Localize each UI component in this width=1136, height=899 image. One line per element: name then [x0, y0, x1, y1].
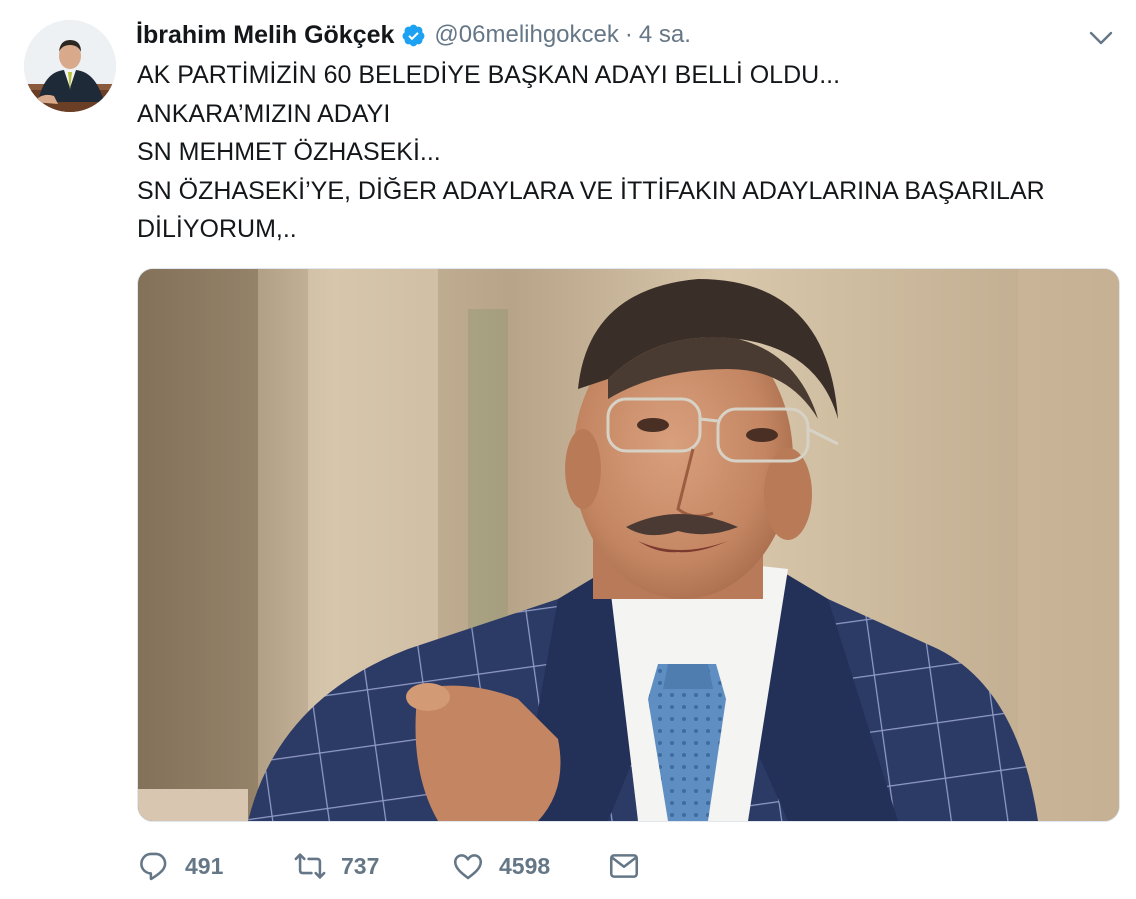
like-button[interactable]: 4598 [451, 849, 607, 883]
avatar[interactable] [24, 20, 116, 112]
tweet-text-line: AK PARTİMİZİN 60 BELEDİYE BAŞKAN ADAYI B… [137, 61, 841, 89]
tweet-timestamp[interactable]: 4 sa. [639, 21, 691, 49]
retweet-icon [293, 849, 327, 883]
reply-button[interactable]: 491 [137, 849, 293, 883]
retweet-button[interactable]: 737 [293, 849, 451, 883]
retweet-count: 737 [341, 852, 380, 879]
verified-badge-icon [401, 23, 426, 48]
tweet-text: AK PARTİMİZİN 60 BELEDİYE BAŞKAN ADAYI B… [137, 56, 1097, 249]
direct-message-button[interactable] [607, 849, 641, 883]
reply-icon [137, 849, 171, 883]
tweet-actions: 491 737 4598 [137, 846, 641, 886]
tweet-text-line: SN MEHMET ÖZHASEKİ... [137, 138, 441, 166]
heart-icon [451, 849, 485, 883]
tweet-text-line: DİLİYORUM,.. [137, 215, 297, 243]
tweet-card[interactable]: İbrahim Melih Gökçek @06melihgokcek · 4 … [0, 0, 1136, 899]
reply-count: 491 [185, 852, 224, 879]
like-count: 4598 [499, 852, 551, 879]
photo-man-in-checked-suit [138, 269, 1119, 821]
avatar-image [24, 20, 116, 112]
tweet-text-line: SN ÖZHASEKİ’YE, DİĞER ADAYLARA VE İTTİFA… [137, 176, 1045, 205]
envelope-icon [607, 849, 641, 883]
author-handle[interactable]: @06melihgokcek [434, 21, 618, 49]
more-options-chevron-down-icon[interactable] [1087, 26, 1115, 50]
tweet-header: İbrahim Melih Gökçek @06melihgokcek · 4 … [136, 18, 691, 52]
tweet-text-line: ANKARA’MIZIN ADAYI [137, 99, 391, 128]
separator-dot: · [624, 21, 633, 48]
display-name[interactable]: İbrahim Melih Gökçek [136, 21, 394, 50]
tweet-photo[interactable] [137, 268, 1120, 822]
